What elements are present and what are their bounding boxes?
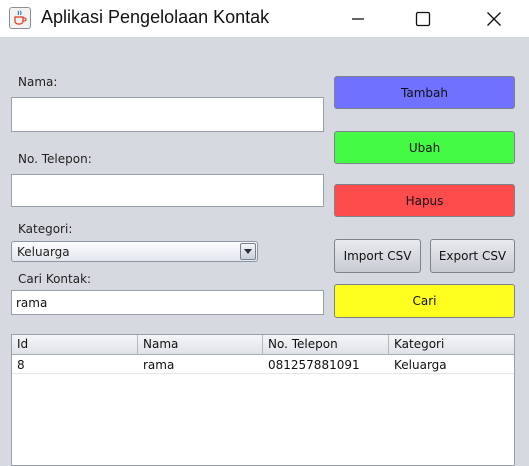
table-row[interactable]: 8 rama 081257881091 Keluarga	[12, 356, 514, 374]
minimize-icon	[352, 17, 364, 20]
main-panel: Nama: No. Telepon: Kategori: Keluarga Ca…	[0, 40, 529, 466]
telepon-label: No. Telepon:	[18, 152, 92, 166]
cell-id: 8	[17, 358, 25, 372]
java-cup-icon	[9, 7, 31, 29]
cari-label: Cari Kontak:	[18, 272, 92, 286]
kategori-dropdown[interactable]: Keluarga	[11, 241, 258, 262]
chevron-down-icon[interactable]	[240, 243, 256, 260]
column-header-kategori[interactable]: Kategori	[389, 335, 514, 355]
add-button[interactable]: Tambah	[334, 76, 515, 109]
maximize-button[interactable]	[400, 0, 446, 37]
delete-button[interactable]: Hapus	[334, 184, 515, 217]
column-header-nama[interactable]: Nama	[138, 335, 263, 355]
telepon-field[interactable]	[11, 174, 324, 207]
minimize-button[interactable]	[335, 0, 381, 37]
cell-kategori: Keluarga	[394, 358, 447, 372]
title-bar: Aplikasi Pengelolaan Kontak	[0, 0, 529, 37]
column-header-telepon[interactable]: No. Telepon	[263, 335, 389, 355]
contacts-table[interactable]: Id Nama No. Telepon Kategori 8 rama 0812…	[11, 334, 515, 466]
kategori-selected-value: Keluarga	[17, 245, 70, 259]
export-csv-button[interactable]: Export CSV	[430, 239, 515, 273]
nama-field[interactable]	[11, 97, 324, 132]
close-icon	[487, 11, 501, 26]
nama-label: Nama:	[18, 75, 58, 89]
column-header-id[interactable]: Id	[12, 335, 138, 355]
import-csv-button[interactable]: Import CSV	[334, 239, 421, 273]
search-input[interactable]	[11, 290, 324, 315]
edit-button[interactable]: Ubah	[334, 131, 515, 164]
table-header: Id Nama No. Telepon Kategori	[12, 335, 514, 355]
kategori-label: Kategori:	[18, 222, 73, 236]
window-title: Aplikasi Pengelolaan Kontak	[41, 7, 270, 27]
close-button[interactable]	[471, 0, 517, 37]
search-button[interactable]: Cari	[334, 284, 515, 318]
cell-nama: rama	[143, 358, 175, 372]
cell-telepon: 081257881091	[268, 358, 360, 372]
maximize-icon	[415, 11, 431, 26]
